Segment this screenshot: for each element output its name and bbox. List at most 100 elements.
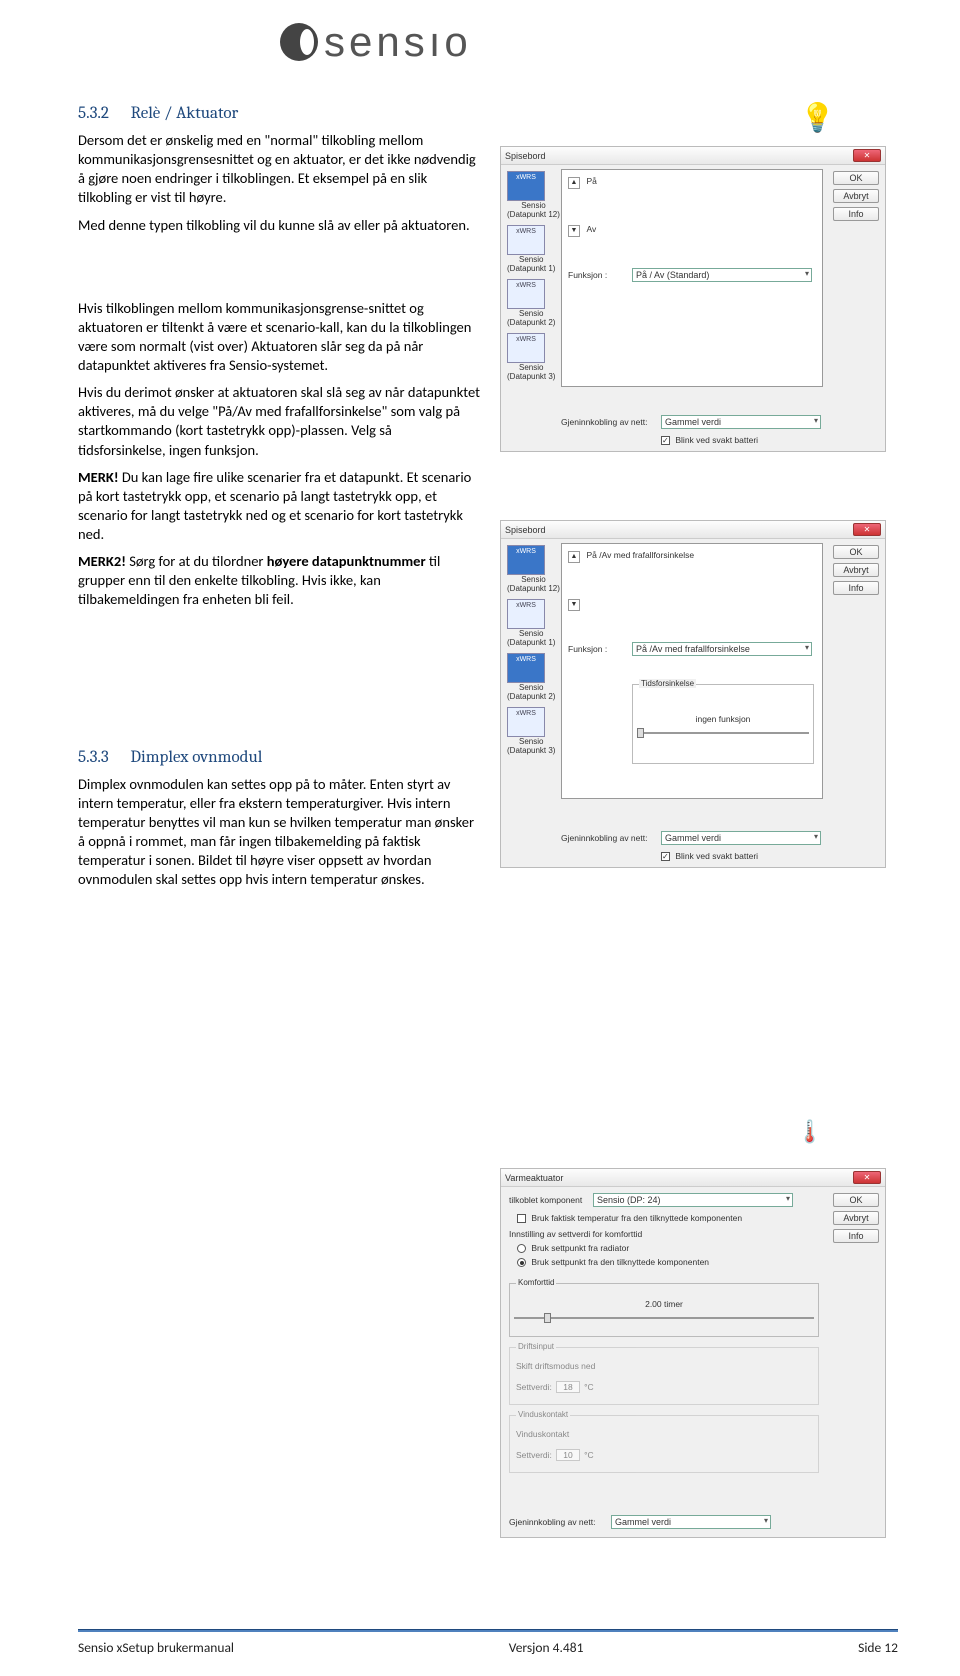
gjen-value: Gammel verdi bbox=[665, 417, 721, 427]
vinduskont-label: Vinduskontakt bbox=[516, 1429, 812, 1439]
datapoint-12-icon[interactable]: xWRS bbox=[507, 545, 545, 575]
radio-komponent[interactable] bbox=[517, 1258, 526, 1267]
settverdi-label: Settverdi: bbox=[516, 1382, 552, 1392]
gjen-dropdown[interactable]: Gammel verdi bbox=[611, 1515, 771, 1529]
gjen-dropdown[interactable]: Gammel verdi bbox=[661, 831, 821, 845]
funksjon-label: Funksjon : bbox=[568, 644, 607, 654]
datapoint-label: Sensio bbox=[507, 630, 555, 638]
settverdi-input[interactable]: 18 bbox=[556, 1381, 579, 1393]
footer-divider bbox=[78, 1629, 898, 1632]
funksjon-dropdown[interactable]: På / Av (Standard) bbox=[632, 268, 812, 282]
heading-title: Relè / Aktuator bbox=[131, 104, 239, 123]
datapoint-2-icon[interactable]: xWRS bbox=[507, 279, 545, 309]
merk2-a: Sørg for at du tilordner bbox=[126, 552, 267, 570]
dialog-title: Varmeaktuator bbox=[505, 1173, 563, 1183]
av-label: Av bbox=[587, 224, 597, 234]
gjen-value: Gammel verdi bbox=[665, 833, 721, 843]
datapoint-label: (Datapunkt 3) bbox=[507, 373, 555, 381]
datapoint-1-icon[interactable]: xWRS bbox=[507, 225, 545, 255]
avbryt-button[interactable]: Avbryt bbox=[833, 563, 879, 577]
dialog-varmeaktuator: Varmeaktuator ✕ tilkoblet komponent Sens… bbox=[500, 1168, 886, 1538]
heading-532: 5.3.2 Relè / Aktuator bbox=[78, 104, 482, 123]
merk2-label: MERK2! bbox=[78, 552, 126, 570]
funksjon-value: På / Av (Standard) bbox=[636, 270, 709, 280]
datapoint-label: Sensio bbox=[507, 738, 555, 746]
gjen-dropdown[interactable]: Gammel verdi bbox=[661, 415, 821, 429]
datapoint-label: Sensio bbox=[507, 310, 555, 318]
radio-radiator-label: Bruk settpunkt fra radiator bbox=[531, 1243, 629, 1253]
radio-komponent-label: Bruk settpunkt fra den tilknyttede kompo… bbox=[531, 1257, 709, 1267]
info-button[interactable]: Info bbox=[833, 581, 879, 595]
gjen-label: Gjeninnkobling av nett: bbox=[561, 417, 647, 427]
tilkoblet-label: tilkoblet komponent bbox=[509, 1195, 582, 1205]
dialog-title: Spisebord bbox=[505, 151, 546, 161]
unit-c: °C bbox=[584, 1450, 594, 1460]
radio-radiator[interactable] bbox=[517, 1244, 526, 1253]
arrow-down-icon[interactable]: ▼ bbox=[568, 599, 580, 611]
datapoint-3-icon[interactable]: xWRS bbox=[507, 333, 545, 363]
ingen-funksjon-label: ingen funksjon bbox=[633, 714, 813, 724]
close-icon[interactable]: ✕ bbox=[853, 1171, 881, 1184]
para: Hvis tilkoblingen mellom kommunikasjonsg… bbox=[78, 299, 482, 376]
komfort-legend: Komforttid bbox=[516, 1278, 556, 1287]
blink-checkbox[interactable] bbox=[661, 436, 670, 445]
footer-center: Versjon 4.481 bbox=[509, 1639, 584, 1656]
settverdi2-label: Settverdi: bbox=[516, 1450, 552, 1460]
tilkoblet-dropdown[interactable]: Sensio (DP: 24) bbox=[593, 1193, 793, 1207]
dialog-spisebord-2: Spisebord ✕ xWRS Sensio (Datapunkt 12) x… bbox=[500, 520, 886, 868]
datapoint-label: Sensio bbox=[507, 364, 555, 372]
datapoint-2-icon[interactable]: xWRS bbox=[507, 653, 545, 683]
avbryt-button[interactable]: Avbryt bbox=[833, 189, 879, 203]
pa-label: På bbox=[587, 176, 597, 186]
para: Med denne typen tilkobling vil du kunne … bbox=[78, 216, 482, 235]
drifts-legend: Driftsinput bbox=[516, 1342, 556, 1351]
ok-button[interactable]: OK bbox=[833, 1193, 879, 1207]
delay-slider[interactable] bbox=[637, 732, 809, 734]
ok-button[interactable]: OK bbox=[833, 545, 879, 559]
para-merk: MERK! Du kan lage fire ulike scenarier f… bbox=[78, 468, 482, 545]
tilkoblet-value: Sensio (DP: 24) bbox=[597, 1195, 661, 1205]
info-button[interactable]: Info bbox=[833, 1229, 879, 1243]
funksjon-dropdown[interactable]: På /Av med frafallforsinkelse bbox=[632, 642, 812, 656]
ok-button[interactable]: OK bbox=[833, 171, 879, 185]
titlebar: Spisebord ✕ bbox=[501, 521, 885, 539]
heading-title: Dimplex ovnmodul bbox=[130, 748, 262, 767]
merk-text: Du kan lage fire ulike scenarier fra et … bbox=[78, 468, 471, 543]
datapoint-label: (Datapunkt 1) bbox=[507, 265, 555, 273]
datapoint-1-icon[interactable]: xWRS bbox=[507, 599, 545, 629]
heading-number: 5.3.3 bbox=[78, 748, 109, 767]
unit-c: °C bbox=[584, 1382, 594, 1392]
funksjon-label: Funksjon : bbox=[568, 270, 607, 280]
datapoint-label: (Datapunkt 1) bbox=[507, 639, 555, 647]
radiator-icon: 🌡️ bbox=[796, 1118, 823, 1145]
settverdi2-input[interactable]: 10 bbox=[556, 1449, 579, 1461]
datapoint-12-icon[interactable]: xWRS bbox=[507, 171, 545, 201]
datapoint-label: (Datapunkt 2) bbox=[507, 693, 555, 701]
innstilling-label: Innstilling av settverdi for komforttid bbox=[509, 1229, 642, 1239]
datapoint-3-icon[interactable]: xWRS bbox=[507, 707, 545, 737]
heading-number: 5.3.2 bbox=[78, 104, 109, 123]
arrow-up-icon[interactable]: ▲ bbox=[568, 551, 580, 563]
logo-text: sensıo bbox=[324, 18, 472, 66]
komfort-slider[interactable] bbox=[514, 1317, 814, 1319]
logo-mark-icon bbox=[280, 23, 318, 61]
merk2-bold: høyere datapunktnummer bbox=[267, 552, 426, 570]
arrow-down-icon[interactable]: ▼ bbox=[568, 225, 580, 237]
gjen-label: Gjeninnkobling av nett: bbox=[561, 833, 647, 843]
bruk-faktisk-checkbox[interactable] bbox=[517, 1214, 526, 1223]
datapoint-label: (Datapunkt 12) bbox=[507, 585, 560, 593]
arrow-up-icon[interactable]: ▲ bbox=[568, 177, 580, 189]
para: Dersom det er ønskelig med en "normal" t… bbox=[78, 131, 482, 208]
datapoint-label: Sensio bbox=[507, 256, 555, 264]
gjen-value: Gammel verdi bbox=[615, 1517, 671, 1527]
gjen-label: Gjeninnkobling av nett: bbox=[509, 1517, 595, 1527]
avbryt-button[interactable]: Avbryt bbox=[833, 1211, 879, 1225]
close-icon[interactable]: ✕ bbox=[853, 523, 881, 536]
datapoint-label: Sensio bbox=[507, 576, 560, 584]
logo: sensıo bbox=[280, 18, 472, 66]
info-button[interactable]: Info bbox=[833, 207, 879, 221]
datapoint-label: Sensio bbox=[507, 202, 560, 210]
close-icon[interactable]: ✕ bbox=[853, 149, 881, 162]
datapoint-label: (Datapunkt 3) bbox=[507, 747, 555, 755]
blink-checkbox[interactable] bbox=[661, 852, 670, 861]
